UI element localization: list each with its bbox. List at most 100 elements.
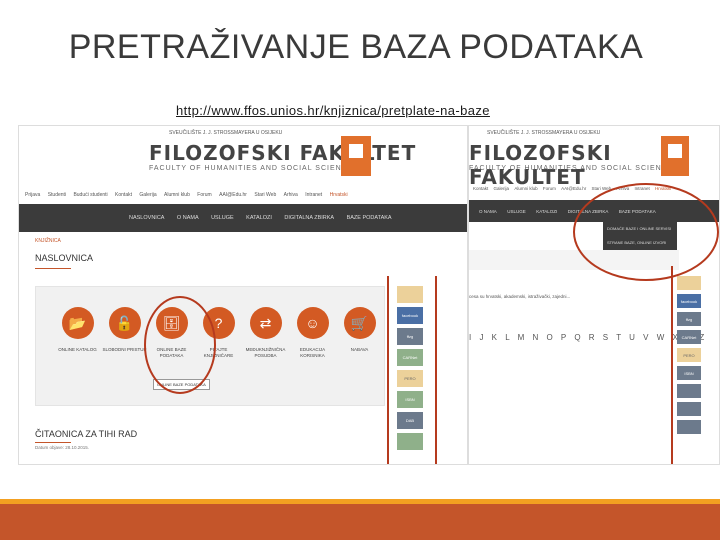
heading-rule [35, 268, 71, 269]
user-icon: ☺ [296, 307, 329, 339]
service-online-catalog[interactable]: 📂 ONLINE KATALOG [54, 307, 101, 397]
top-link[interactable]: Alumni klub [514, 182, 537, 196]
nav-item[interactable]: O NAMA [177, 204, 199, 232]
service-label: EDUKACIJA KORISNIKA [299, 347, 326, 358]
faculty-subtitle: FACULTY OF HUMANITIES AND SOCIAL SCIENCE… [149, 165, 360, 172]
top-link[interactable]: Intranet [634, 182, 649, 196]
partner-link-pero[interactable]: PERO [677, 348, 701, 362]
nav-item[interactable]: USLUGE [507, 201, 526, 223]
service-icons: 📂 ONLINE KATALOG 🔓 SLOBODNI PRISTUP 🗄 ONLIN… [54, 307, 384, 397]
top-link[interactable]: Stari Web [591, 182, 611, 196]
news-date: Datum objave: 28.10.2015. [35, 445, 90, 450]
university-name: SVEUČILIŠTE J. J. STROSSMAYERA U OSIJEKU [169, 130, 283, 136]
folder-icon: 📂 [61, 307, 94, 339]
partner-links: facebook ffzg CARNet PERO ISBN DAB [397, 286, 423, 464]
faculty-logo[interactable]: FILOZOFSKI FAKULTET [149, 141, 416, 165]
sidebar-divider [435, 276, 437, 464]
main-nav: O NAMA USLUGE KATALOZI DIGITALNA ZBIRKA … [469, 200, 719, 223]
service-icon-panel: 📂 ONLINE KATALOG 🔓 SLOBODNI PRISTUP 🗄 ONLIN… [35, 286, 385, 406]
top-links: Kontakt Galerija Alumni klub Forum AAI@E… [469, 182, 719, 196]
university-name: SVEUČILIŠTE J. J. STROSSMAYERA U OSIJEKU [487, 130, 601, 136]
partner-link[interactable] [677, 420, 701, 434]
language-link[interactable]: Hrvatski [655, 182, 671, 196]
language-link[interactable]: Hrvatski [330, 186, 348, 204]
service-user-education[interactable]: ☺ EDUKACIJA KORISNIKA [289, 307, 336, 397]
partner-link[interactable] [397, 286, 423, 303]
nav-item[interactable]: KATALOZI [246, 204, 272, 232]
faculty-subtitle: FACULTY OF HUMANITIES AND SOCIAL SCIENCE… [469, 165, 680, 172]
partner-links: facebook ffzg CARNet PERO ISBN [677, 276, 701, 464]
top-link[interactable]: AAI@Edu.hr [219, 186, 247, 204]
top-link[interactable]: Alumni klub [164, 186, 190, 204]
sidebar-divider [387, 276, 389, 464]
nav-item[interactable]: BAZE PODATAKA [347, 204, 392, 232]
service-label: PITAJTE KNJIŽNIČARE [203, 347, 234, 358]
partner-link-carnet[interactable]: CARNet [677, 330, 701, 344]
nav-item[interactable]: DIGITALNA ZBIRKA [568, 201, 609, 223]
news-heading[interactable]: ČITAONICA ZA TIHI RAD [35, 429, 137, 439]
top-link[interactable]: Kontakt [473, 182, 488, 196]
top-link[interactable]: Prijava [25, 186, 40, 204]
service-open-access[interactable]: 🔓 SLOBODNI PRISTUP [101, 307, 148, 397]
main-nav: NASLOVNICA O NAMA USLUGE KATALOZI DIGITA… [19, 204, 467, 232]
service-interlibrary-loan[interactable]: ⇄ MEĐUKNJIŽNIČNA POSUDBA [242, 307, 289, 397]
top-link[interactable]: Budući studenti [73, 186, 107, 204]
sidebar-divider [671, 266, 673, 464]
partner-link-isbn[interactable]: ISBN [677, 366, 701, 380]
dropdown-item-domestic[interactable]: DOMAĆE BAZE I ONLINE SERVISI [603, 222, 677, 236]
partner-link-ffzg[interactable]: ffzg [677, 312, 701, 326]
exchange-icon: ⇄ [249, 307, 282, 339]
top-link[interactable]: Studenti [48, 186, 66, 204]
top-links: Prijava Studenti Budući studenti Kontakt… [19, 186, 467, 204]
site-header: SVEUČILIŠTE J. J. STROSSMAYERA U OSIJEKU… [19, 126, 467, 186]
content-band [469, 250, 679, 270]
partner-link[interactable] [677, 384, 701, 398]
slide-url-link[interactable]: http://www.ffos.unios.hr/knjiznica/pretp… [176, 103, 490, 118]
top-link[interactable]: Stari Web [254, 186, 276, 204]
top-link[interactable]: Intranet [305, 186, 322, 204]
cart-icon: 🛒 [343, 307, 376, 339]
service-acquisition[interactable]: 🛒 NABAVA [336, 307, 383, 397]
nav-item[interactable]: KATALOZI [536, 201, 557, 223]
databases-dropdown: DOMAĆE BAZE I ONLINE SERVISI STRANE BAZE… [603, 222, 677, 250]
partner-link[interactable] [677, 276, 701, 290]
top-link[interactable]: Forum [543, 182, 556, 196]
service-label: ONLINE KATALOG [58, 347, 97, 352]
top-link[interactable]: Forum [197, 186, 211, 204]
top-link[interactable]: Kontakt [115, 186, 132, 204]
nav-item[interactable]: DIGITALNA ZBIRKA [284, 204, 334, 232]
dropdown-item-foreign[interactable]: STRANE BAZE, ONLINE IZVORI [603, 236, 677, 250]
online-databases-button[interactable]: ONLINE BAZE PODATAKA [153, 379, 210, 390]
partner-link-pero[interactable]: PERO [397, 370, 423, 387]
partner-link[interactable] [677, 402, 701, 416]
slide: PRETRAŽIVANJE BAZA PODATAKA http://www.f… [0, 0, 720, 540]
top-link[interactable]: Arhiva [616, 182, 629, 196]
top-link[interactable]: Galerija [139, 186, 156, 204]
nav-item[interactable]: USLUGE [211, 204, 234, 232]
partner-link-facebook[interactable]: facebook [397, 307, 423, 324]
nav-item[interactable]: O NAMA [479, 201, 497, 223]
question-icon: ? [202, 307, 235, 339]
top-link[interactable]: Arhiva [284, 186, 298, 204]
service-label: NABAVA [350, 347, 369, 352]
slide-title: PRETRAŽIVANJE BAZA PODATAKA [68, 28, 644, 66]
screenshot-library-home: SVEUČILIŠTE J. J. STROSSMAYERA U OSIJEKU… [18, 125, 468, 465]
unlock-icon: 🔓 [108, 307, 141, 339]
partner-link-ffzg[interactable]: ffzg [397, 328, 423, 345]
partner-link-isbn[interactable]: ISBN [397, 391, 423, 408]
top-link[interactable]: AAI@Edu.hr [561, 182, 586, 196]
nav-item[interactable]: NASLOVNICA [129, 204, 164, 232]
partner-link-carnet[interactable]: CARNet [397, 349, 423, 366]
partner-link[interactable] [397, 433, 423, 450]
top-link[interactable]: Galerija [494, 182, 510, 196]
nav-item-databases[interactable]: BAZE PODATAKA [619, 201, 656, 223]
partner-link-facebook[interactable]: facebook [677, 294, 701, 308]
service-label: SLOBODNI PRISTUP [102, 347, 147, 352]
partner-link-dab[interactable]: DAB [397, 412, 423, 429]
faculty-logo-mark-icon [341, 136, 371, 176]
breadcrumb[interactable]: KNJIŽNICA [35, 238, 61, 244]
intro-text: cesa su hrvatski, akademski, istraživačk… [469, 294, 571, 299]
faculty-logo-mark-icon [661, 136, 689, 176]
service-label: MEĐUKNJIŽNIČNA POSUDBA [245, 347, 286, 358]
footer-bar [0, 504, 720, 540]
